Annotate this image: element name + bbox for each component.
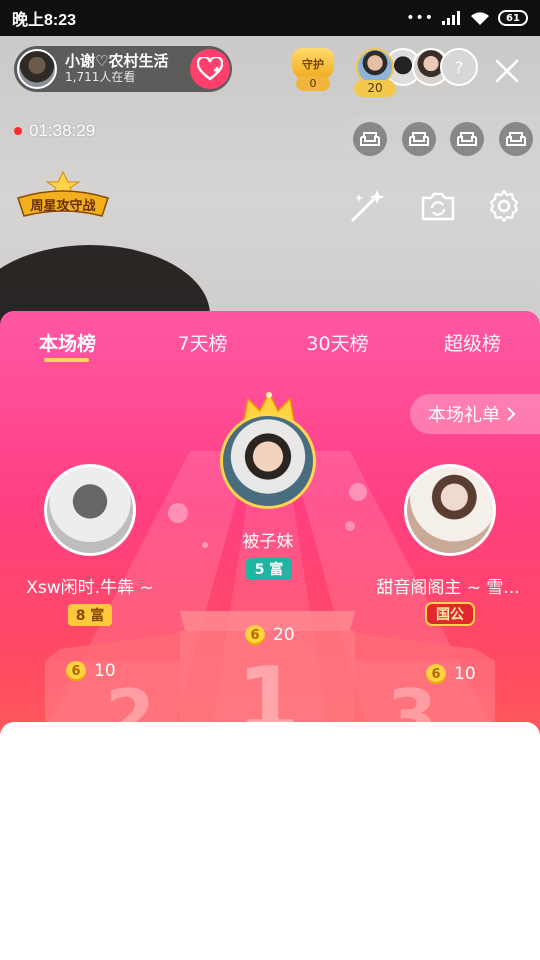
sofa-icon (505, 132, 526, 146)
close-button[interactable] (490, 54, 524, 88)
settings-button[interactable] (484, 186, 524, 226)
battery-icon: 61 (498, 10, 528, 26)
seat-slot[interactable] (353, 122, 388, 156)
gear-icon (489, 189, 519, 223)
status-time: 晚上8:23 (12, 12, 77, 29)
first-place-coins: 6 20 (245, 625, 295, 645)
second-place-avatar[interactable] (44, 464, 136, 556)
leaderboard-panel: 本场榜 7天榜 30天榜 超级榜 本场礼单 1 2 3 被子妹 5 富 6 20… (0, 311, 540, 741)
guest-seats (340, 116, 540, 162)
tab-indicator (44, 358, 89, 362)
second-place-name[interactable]: Xsw闲时.牛犇 ~ (10, 573, 170, 598)
guard-button[interactable]: 守护 0 (290, 48, 336, 92)
gift-list-label: 本场礼单 (428, 405, 500, 426)
seat-slot[interactable] (401, 122, 436, 156)
week-star-badge[interactable]: 周星攻守战 (14, 170, 112, 220)
live-stream-screen: 晚上8:23 ••• 61 小谢♡农村生活 1,711人在看 守护 0 20 ?… (0, 0, 540, 960)
live-duration: 01:38:29 (14, 121, 95, 141)
leaderboard-list-area (0, 722, 540, 960)
coin-icon: 6 (245, 625, 265, 645)
tab-30-days[interactable]: 30天榜 (270, 311, 405, 373)
host-avatar[interactable] (17, 49, 57, 89)
seat-slot[interactable] (450, 122, 485, 156)
week-star-label: 周星攻守战 (30, 198, 95, 214)
top-viewer[interactable]: 20 (354, 48, 396, 97)
gift-list-button[interactable]: 本场礼单 (410, 394, 540, 434)
second-place-coin-count: 10 (94, 661, 116, 681)
third-place-avatar[interactable] (404, 464, 496, 556)
host-name: 小谢♡农村生活 (65, 52, 169, 71)
camera-switch-icon (421, 192, 455, 221)
camera-switch-button[interactable] (418, 186, 458, 226)
first-place-level-badge: 5 富 (246, 558, 292, 580)
magic-button[interactable] (348, 186, 388, 226)
first-place-coin-count: 20 (273, 625, 295, 645)
magic-wand-icon (351, 190, 384, 222)
top-viewer-badge: 20 (354, 80, 396, 97)
first-place-name[interactable]: 被子妹 (208, 527, 328, 552)
second-place-coins: 6 10 (66, 661, 116, 681)
third-place-name[interactable]: 甜音阁阁主 ~ 雪... (368, 573, 528, 598)
seat-slot[interactable] (498, 122, 533, 156)
guard-count: 0 (296, 76, 330, 91)
coin-icon: 6 (66, 661, 86, 681)
chevron-right-icon (507, 407, 516, 421)
tab-7-days[interactable]: 7天榜 (135, 311, 270, 373)
tab-super[interactable]: 超级榜 (405, 311, 540, 373)
recording-dot (14, 127, 22, 135)
leaderboard-tabs: 本场榜 7天榜 30天榜 超级榜 (0, 311, 540, 373)
third-place-noble-badge: 国公 (425, 602, 475, 626)
status-icons: ••• 61 (406, 10, 528, 26)
follow-button[interactable] (190, 49, 230, 89)
host-viewer-count: 1,711人在看 (65, 69, 136, 84)
close-icon (495, 59, 519, 83)
status-bar: 晚上8:23 ••• 61 (0, 0, 540, 36)
sofa-icon (457, 132, 478, 146)
status-dots: ••• (406, 10, 434, 26)
viewer-avatar-placeholder[interactable]: ? (440, 48, 478, 86)
first-place-avatar[interactable] (220, 413, 316, 509)
wifi-icon (471, 11, 489, 25)
heart-plus-icon (197, 57, 223, 81)
host-info[interactable]: 小谢♡农村生活 1,711人在看 (14, 46, 232, 92)
second-place-level-badge: 8 富 (68, 604, 112, 626)
live-elapsed-time: 01:38:29 (29, 121, 96, 140)
coin-icon: 6 (426, 664, 446, 684)
sofa-icon (360, 132, 381, 146)
third-place-coins: 6 10 (426, 664, 476, 684)
signal-icon (442, 11, 460, 25)
host-text: 小谢♡农村生活 1,711人在看 (65, 53, 168, 84)
tab-current-show[interactable]: 本场榜 (0, 311, 135, 373)
third-place-coin-count: 10 (454, 664, 476, 684)
sofa-icon (408, 132, 429, 146)
viewer-avatars[interactable]: 20 ? (354, 48, 478, 97)
